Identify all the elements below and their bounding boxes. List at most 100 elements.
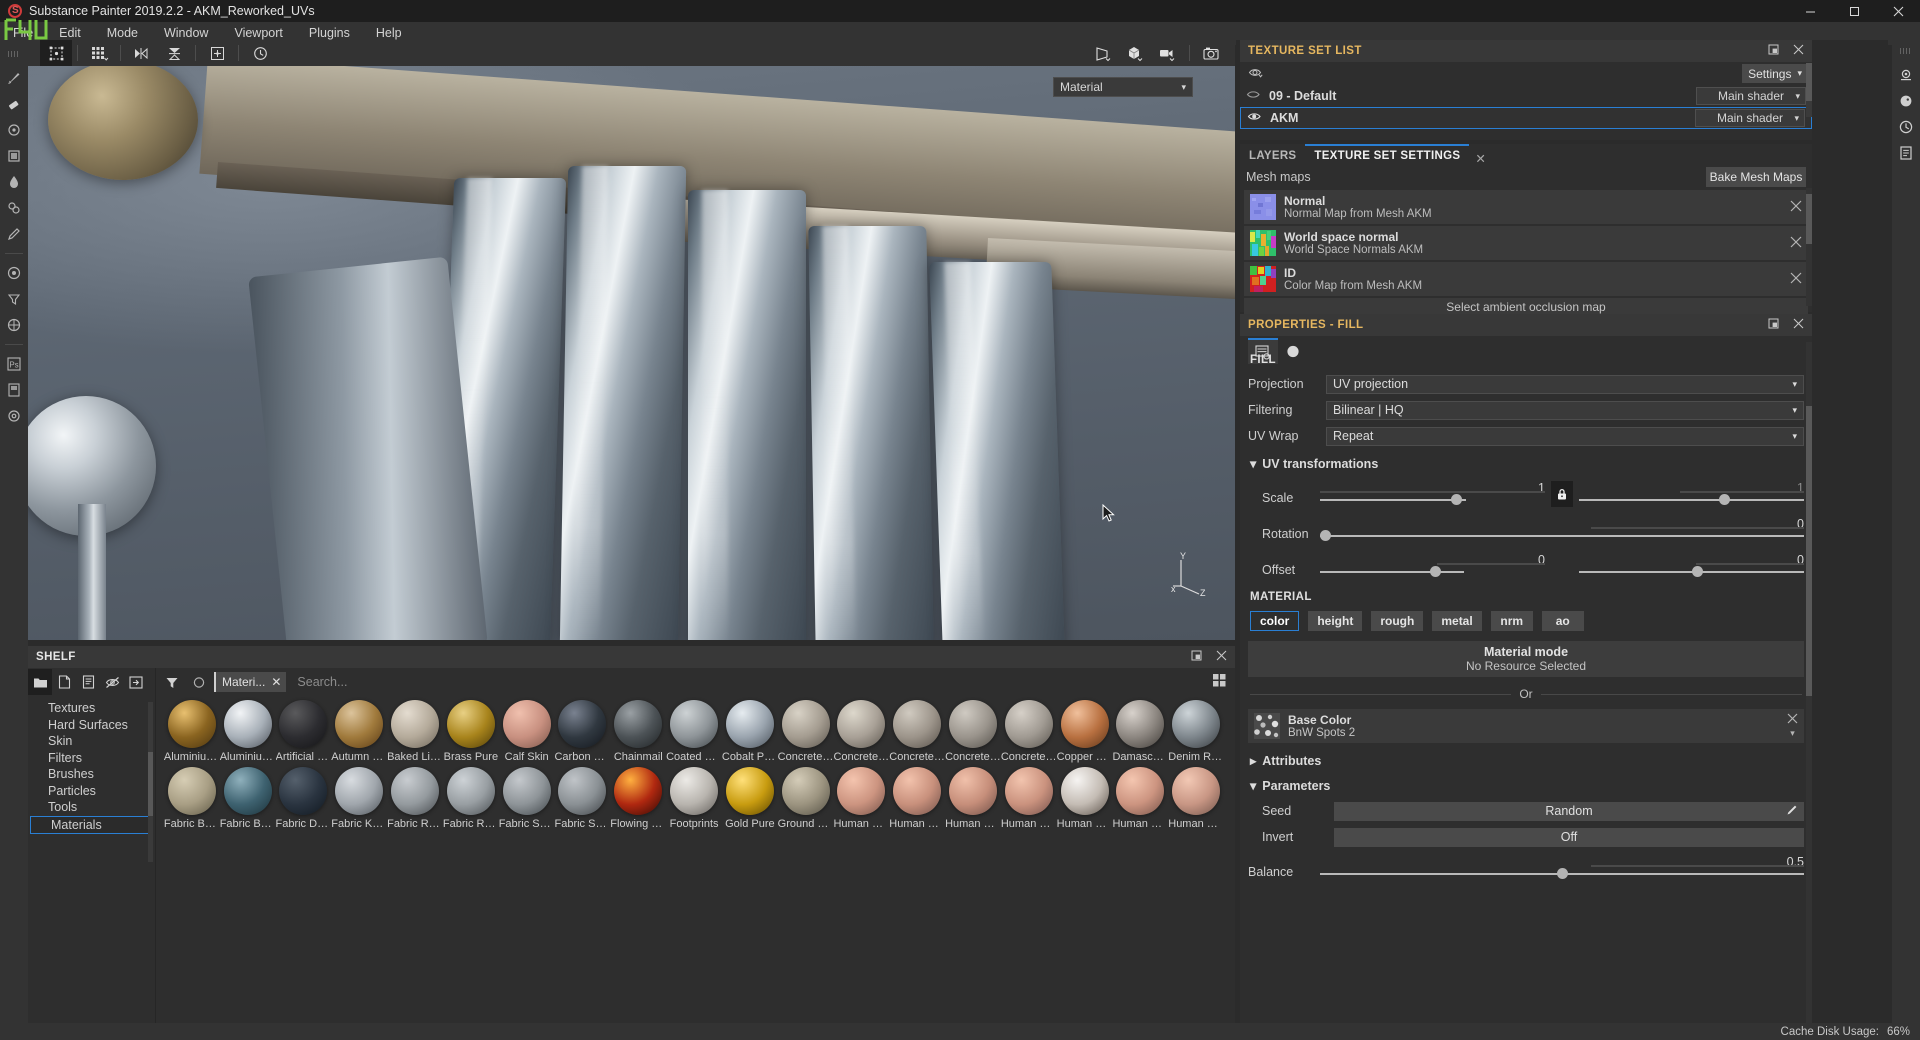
properties-scrollbar[interactable] [1806, 342, 1812, 1036]
close-icon[interactable] [1787, 713, 1798, 727]
shelf-material-item[interactable]: Coated Metal [666, 696, 722, 763]
projection-icon[interactable] [0, 117, 28, 143]
clone-stamp-icon[interactable] [0, 195, 28, 221]
properties-close-button[interactable] [1793, 318, 1804, 332]
photoshop-icon[interactable]: Ps [0, 351, 28, 377]
snapping-icon[interactable] [201, 40, 233, 66]
texture-set-settings-scrollbar[interactable] [1806, 188, 1812, 306]
shelf-material-item[interactable]: Denim Rivet [1168, 696, 1224, 763]
uv-transformations-group-header[interactable]: ▾ UV transformations [1250, 456, 1804, 472]
filtering-select[interactable]: Bilinear | HQ ▾ [1326, 400, 1804, 420]
shelf-search-input[interactable]: Search... [289, 672, 1235, 692]
funnel-icon[interactable] [160, 669, 184, 695]
import-icon[interactable] [124, 669, 148, 695]
3d-viewport[interactable]: Material ▾ Y x Z [28, 66, 1235, 640]
shelf-material-item[interactable]: Concrete Si... [945, 696, 1001, 763]
mesh-map-world-space-normal[interactable]: World space normal World Space Normals A… [1244, 226, 1808, 260]
channel-height-button[interactable]: height [1308, 611, 1363, 631]
new-icon[interactable] [52, 669, 76, 695]
shelf-material-item[interactable]: Aluminium ... [220, 696, 276, 763]
visibility-all-icon[interactable] [1244, 66, 1264, 82]
shelf-material-item[interactable]: Chainmail [610, 696, 666, 763]
projection-select[interactable]: UV projection ▾ [1326, 374, 1804, 394]
shelf-undock-button[interactable] [1191, 650, 1202, 664]
screenshot-icon[interactable] [1195, 40, 1227, 66]
shelf-category-textures[interactable]: Textures [28, 700, 155, 717]
grid-icon[interactable] [83, 40, 115, 66]
shelf-material-item[interactable]: Autumn Leaf [331, 696, 387, 763]
shelf-material-item[interactable]: Concrete D... [889, 696, 945, 763]
plugin-icon[interactable] [0, 377, 28, 403]
shelf-material-item[interactable]: Fabric Deni... [276, 763, 332, 830]
uv-transform-icon[interactable] [40, 40, 72, 66]
minimize-button[interactable] [1788, 0, 1832, 22]
parameters-group-header[interactable]: ▾ Parameters [1250, 778, 1804, 794]
shelf-material-item[interactable]: Human Bac... [833, 763, 889, 830]
bake-mesh-maps-button[interactable]: Bake Mesh Maps [1706, 167, 1806, 187]
shelf-material-item[interactable]: Fabric Knitt... [331, 763, 387, 830]
hide-icon[interactable] [100, 669, 124, 695]
shelf-material-item[interactable]: Aluminium ... [164, 696, 220, 763]
base-color-resource-row[interactable]: Base Color BnW Spots 2 ▾ [1248, 709, 1804, 743]
visibility-on-icon[interactable] [1247, 111, 1262, 125]
channel-color-button[interactable]: color [1250, 611, 1300, 631]
close-icon[interactable] [1790, 236, 1802, 251]
shelf-material-item[interactable]: Fabric Suit ... [554, 763, 610, 830]
shelf-material-item[interactable]: Baked Light... [387, 696, 443, 763]
grid-view-icon[interactable] [1212, 673, 1227, 691]
shelf-category-skin[interactable]: Skin [28, 733, 155, 750]
uv-wrap-select[interactable]: Repeat ▾ [1326, 426, 1804, 446]
channel-ao-button[interactable]: ao [1541, 611, 1584, 631]
shelf-material-item[interactable]: Fabric Rough [387, 763, 443, 830]
paint-brush-icon[interactable] [0, 65, 28, 91]
symmetry-icon[interactable] [126, 40, 158, 66]
shelf-material-item[interactable]: Copper Pure [1057, 696, 1113, 763]
log-icon[interactable] [1892, 140, 1920, 166]
shelf-category-materials[interactable]: Materials [30, 815, 153, 834]
rotation-slider[interactable]: 0 [1320, 517, 1804, 543]
maximize-button[interactable] [1832, 0, 1876, 22]
balance-slider[interactable]: 0.5 [1320, 855, 1804, 881]
shelf-material-item[interactable]: Concrete Cl... [833, 696, 889, 763]
smudge-icon[interactable] [0, 169, 28, 195]
offset-u-slider[interactable]: 0 [1320, 553, 1545, 579]
shelf-material-item[interactable]: Flowing Lav... [610, 763, 666, 830]
texture-set-shader-select[interactable]: Main shader ▾ [1695, 109, 1805, 127]
shelf-material-item[interactable]: Human Fe... [1168, 763, 1224, 830]
texture-set-list-close-button[interactable] [1793, 44, 1804, 58]
close-icon[interactable] [1790, 200, 1802, 215]
display-settings-icon[interactable] [1892, 62, 1920, 88]
channel-nrm-button[interactable]: nrm [1490, 611, 1533, 631]
shelf-material-item[interactable]: Gold Pure [722, 763, 778, 830]
texture-set-settings-button[interactable]: Settings ▾ [1742, 64, 1808, 83]
properties-undock-button[interactable] [1768, 318, 1779, 332]
shelf-material-item[interactable]: Fabric Rou... [443, 763, 499, 830]
camera-settings-icon[interactable] [1152, 40, 1184, 66]
right-rail-drag-handle[interactable] [1900, 48, 1912, 54]
scale-v-slider[interactable]: 1 [1579, 481, 1804, 507]
attributes-group-header[interactable]: ▸ Attributes [1250, 753, 1804, 769]
shelf-material-item[interactable]: Artificial Lea... [276, 696, 332, 763]
history-icon[interactable] [1892, 114, 1920, 140]
shelf-material-item[interactable]: Ground Gra... [778, 763, 834, 830]
shader-settings-icon[interactable] [1120, 40, 1152, 66]
tab-texture-set-settings[interactable]: TEXTURE SET SETTINGS [1305, 144, 1470, 166]
shelf-material-item[interactable]: Human Fac... [1112, 763, 1168, 830]
shelf-category-tools[interactable]: Tools [28, 799, 155, 816]
close-button[interactable] [1876, 0, 1920, 22]
document-icon[interactable] [76, 669, 100, 695]
chevron-down-icon[interactable]: ▾ [1790, 728, 1795, 739]
shelf-material-item[interactable]: Footprints [666, 763, 722, 830]
seed-button[interactable]: Random [1334, 801, 1804, 821]
material-icon[interactable] [0, 260, 28, 286]
shelf-category-brushes[interactable]: Brushes [28, 766, 155, 783]
shelf-material-item[interactable]: Concrete S... [1001, 696, 1057, 763]
shelf-material-item[interactable]: Fabric Bam... [164, 763, 220, 830]
rail-drag-handle[interactable] [8, 51, 20, 57]
tab-layers[interactable]: LAYERS [1240, 146, 1305, 166]
folder-icon[interactable] [28, 669, 52, 695]
texture-set-list-undock-button[interactable] [1768, 44, 1779, 58]
shelf-material-item[interactable]: Fabric Base... [220, 763, 276, 830]
close-icon[interactable]: ✕ [271, 675, 281, 689]
invert-toggle[interactable]: Off [1334, 827, 1804, 847]
